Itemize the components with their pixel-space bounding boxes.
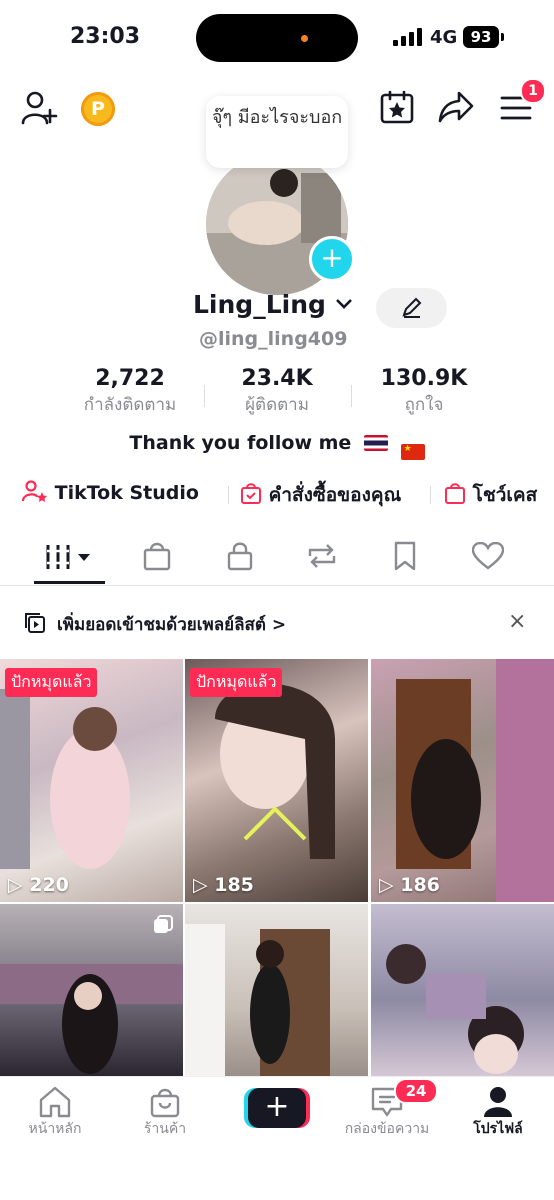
- person-star-icon: [21, 480, 47, 502]
- order-bag-icon: [241, 483, 261, 504]
- user-handle: @ling_ling409: [199, 328, 348, 350]
- share-icon[interactable]: [438, 90, 474, 124]
- video-tile[interactable]: [185, 904, 368, 1077]
- bio-text: Thank you follow me: [129, 432, 352, 454]
- nav-profile-label: โปรไฟล์: [473, 1121, 523, 1137]
- coin-icon[interactable]: P: [81, 92, 115, 126]
- shop-icon: [150, 1088, 180, 1118]
- video-thumbnail: [396, 659, 554, 902]
- add-friend-icon[interactable]: [20, 90, 58, 126]
- view-count-value: 186: [400, 874, 440, 896]
- video-tile[interactable]: ปักหมุดแล้ว ▷ 185: [185, 659, 368, 902]
- view-count: ▷ 185: [193, 874, 254, 896]
- view-count-value: 185: [214, 874, 254, 896]
- view-count: ▷ 186: [379, 874, 440, 896]
- stat-divider: [351, 385, 352, 407]
- edit-profile-button[interactable]: [376, 288, 447, 328]
- pencil-icon: [402, 297, 422, 318]
- thailand-flag-icon: [363, 435, 388, 451]
- inbox-badge: 24: [394, 1078, 438, 1104]
- showcase-link[interactable]: โชว์เคส: [444, 480, 537, 510]
- view-count-value: 220: [29, 874, 69, 896]
- tiktok-studio-link[interactable]: TikTok Studio: [21, 480, 199, 504]
- nav-home-label: หน้าหลัก: [28, 1121, 82, 1137]
- showcase-label: โชว์เคส: [472, 484, 538, 506]
- link-divider: [228, 486, 229, 504]
- following-count: 2,722: [95, 366, 165, 391]
- tiktok-studio-label: TikTok Studio: [54, 482, 199, 504]
- likes-label: ถูกใจ: [404, 395, 444, 415]
- network-type: 4G: [430, 27, 458, 48]
- video-thumbnail: [386, 944, 524, 1074]
- following-label: กำลังติดตาม: [83, 395, 177, 415]
- battery-tip: [501, 33, 504, 41]
- active-tab-indicator: [34, 581, 105, 584]
- bookmark-icon[interactable]: [393, 541, 417, 571]
- profile-note-bubble[interactable]: จุ๊ๆ มีอะไรจะบอก: [206, 96, 348, 168]
- dynamic-island: [196, 14, 358, 62]
- playlist-icon: [25, 613, 45, 633]
- view-count: ▷ 220: [8, 874, 69, 896]
- video-tile[interactable]: ▷ 186: [371, 659, 554, 902]
- multi-photo-icon: [154, 915, 173, 933]
- username-text: Ling_Ling: [193, 290, 326, 319]
- lock-icon[interactable]: [227, 541, 253, 571]
- heart-icon[interactable]: [472, 542, 504, 570]
- following-stat[interactable]: 2,722 กำลังติดตาม: [70, 366, 190, 418]
- video-tile[interactable]: ปักหมุดแล้ว ▷ 220: [0, 659, 183, 902]
- pinned-label: ปักหมุดแล้ว: [190, 668, 283, 697]
- create-icon: +: [264, 1089, 290, 1124]
- nav-home[interactable]: หน้าหลัก: [0, 1086, 110, 1140]
- menu-badge: 1: [520, 78, 546, 104]
- china-flag-icon: ★: [400, 444, 425, 460]
- nav-shop-label: ร้านค้า: [143, 1121, 187, 1137]
- recording-indicator: [301, 35, 308, 42]
- status-time: 23:03: [70, 24, 141, 49]
- repost-icon[interactable]: [306, 542, 338, 570]
- calendar-star-icon[interactable]: [380, 90, 414, 124]
- shopping-bag-icon: [445, 483, 465, 504]
- signal-icon: [393, 28, 422, 46]
- videos-grid-icon[interactable]: [44, 543, 96, 571]
- chevron-down-icon: [335, 299, 352, 309]
- nav-inbox-label: กล่องข้อความ: [344, 1121, 430, 1137]
- pinned-label: ปักหมุดแล้ว: [5, 668, 98, 697]
- shop-bag-icon[interactable]: [143, 541, 171, 571]
- nav-profile[interactable]: โปรไฟล์: [443, 1086, 553, 1140]
- nav-shop[interactable]: ร้านค้า: [110, 1086, 220, 1140]
- battery-icon: 93: [463, 26, 499, 48]
- profile-icon: [484, 1087, 512, 1117]
- stat-divider: [204, 385, 205, 407]
- followers-count: 23.4K: [241, 366, 313, 391]
- add-story-button[interactable]: +: [309, 236, 355, 282]
- link-divider: [430, 486, 431, 504]
- bio: Thank you follow me ★: [0, 432, 554, 460]
- video-tile[interactable]: [0, 904, 183, 1077]
- video-thumbnail: [185, 924, 330, 1077]
- orders-label: คำสั่งซื้อของคุณ: [268, 484, 402, 506]
- video-tile[interactable]: [371, 904, 554, 1077]
- close-icon[interactable]: ×: [508, 609, 526, 634]
- likes-count: 130.9K: [380, 366, 468, 391]
- home-icon: [39, 1086, 71, 1118]
- tab-divider: [0, 585, 554, 586]
- followers-label: ผู้ติดตาม: [245, 395, 309, 415]
- orders-link[interactable]: คำสั่งซื้อของคุณ: [240, 480, 401, 510]
- likes-stat[interactable]: 130.9K ถูกใจ: [364, 366, 484, 418]
- create-button[interactable]: +: [248, 1088, 306, 1128]
- username[interactable]: Ling_Ling: [193, 290, 353, 319]
- followers-stat[interactable]: 23.4K ผู้ติดตาม: [217, 366, 337, 418]
- playlist-banner-text[interactable]: เพิ่มยอดเข้าชมด้วยเพลย์ลิสต์ >: [57, 611, 286, 638]
